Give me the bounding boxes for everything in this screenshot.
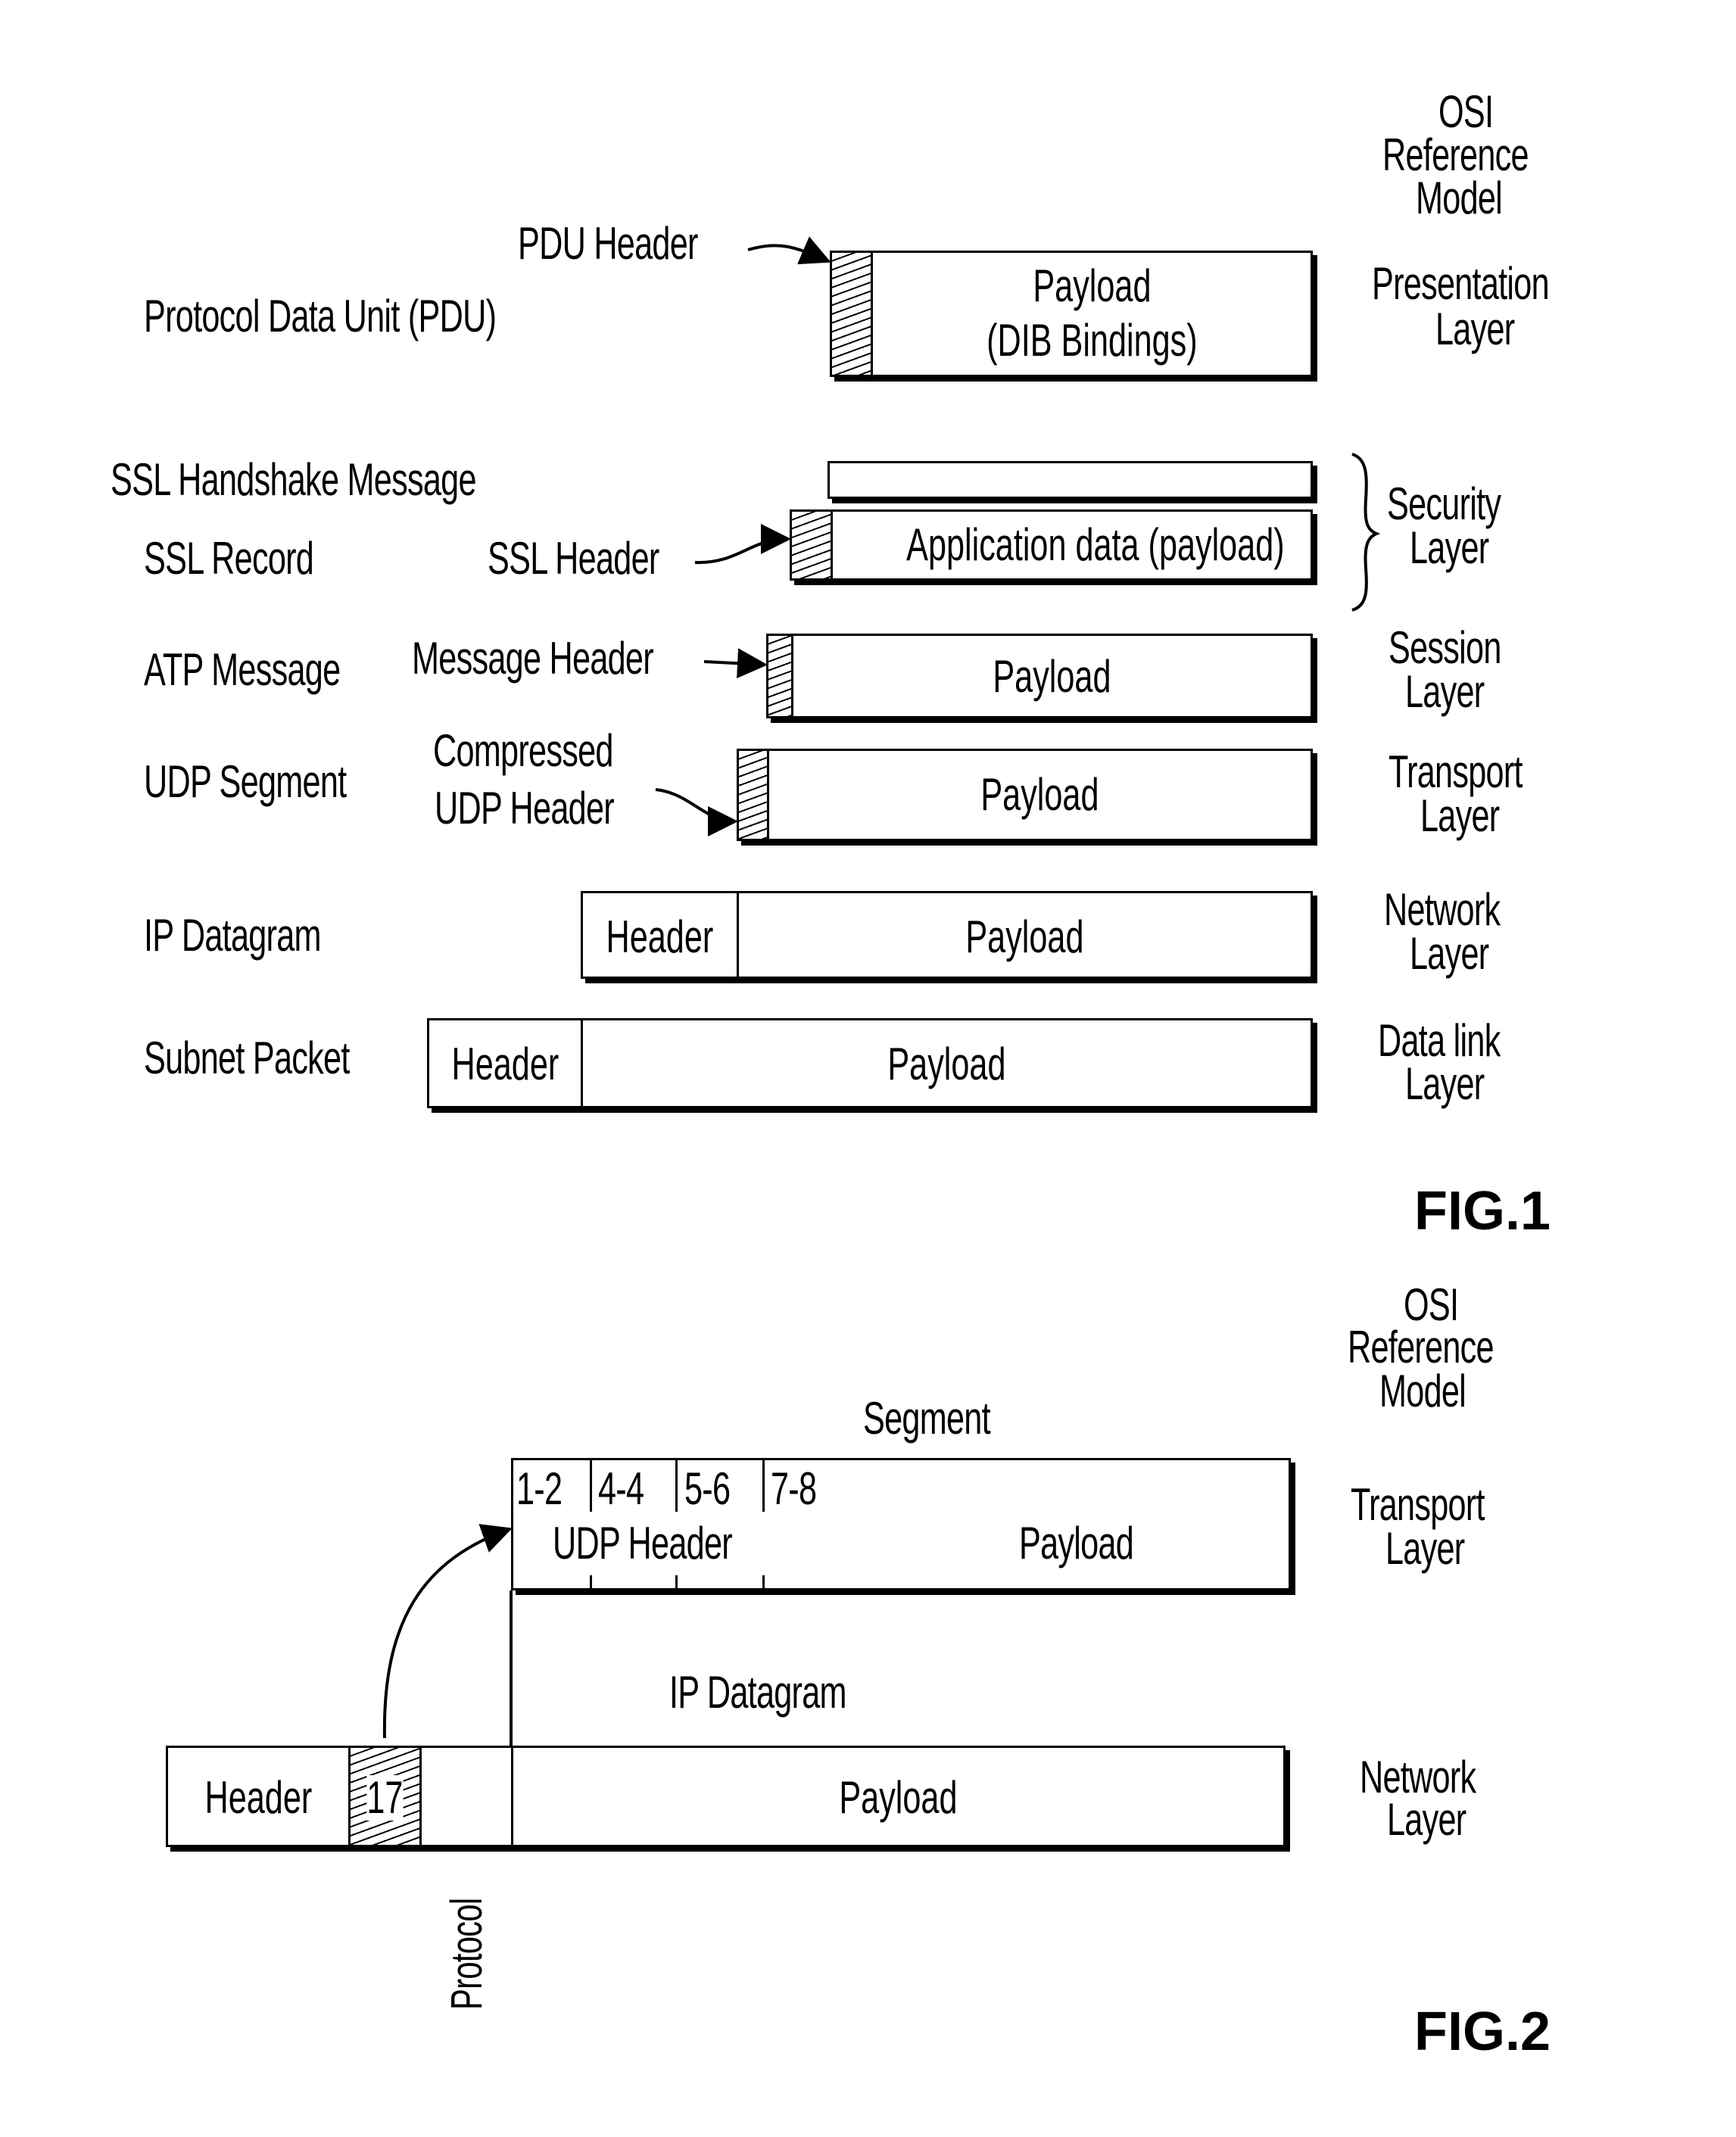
compressed-udp-header-cell xyxy=(739,751,769,839)
field-tick xyxy=(762,1575,765,1590)
transport-layer-line2: Layer xyxy=(1420,790,1500,841)
atp-payload-label: Payload xyxy=(993,651,1111,702)
protocol-field-cell: 17 xyxy=(351,1748,422,1845)
fig2-network-layer-line2: Layer xyxy=(1387,1794,1466,1845)
transport-layer-line1: Transport xyxy=(1388,746,1523,797)
message-header-cell xyxy=(768,636,793,716)
udp-box: Payload xyxy=(737,749,1313,841)
compressed-udp-callout-line1: Compressed xyxy=(433,725,613,776)
fig1-osi-line3: Model xyxy=(1416,173,1503,223)
udp-header-label: UDP Header xyxy=(553,1518,733,1568)
fig1-title: FIG.1 xyxy=(1414,1181,1551,1241)
ip-box: Header Payload xyxy=(581,891,1313,979)
subnet-header-label: Header xyxy=(451,1039,559,1089)
udp-field-4: 7-8 xyxy=(771,1463,817,1514)
fig2-osi-line1: OSI xyxy=(1404,1279,1459,1330)
pdu-header-callout: PDU Header xyxy=(518,218,698,269)
udp-field-1: 1-2 xyxy=(516,1463,563,1514)
presentation-layer-line1: Presentation xyxy=(1372,258,1550,309)
session-layer-line2: Layer xyxy=(1405,666,1485,717)
atp-row-label: ATP Message xyxy=(144,644,341,695)
ip-header-rest-cell xyxy=(422,1748,513,1845)
ssl-record-row-label: SSL Record xyxy=(144,533,314,584)
security-layer-line2: Layer xyxy=(1410,522,1489,573)
segment-box: 1-2 4-4 5-6 7-8 UDP Header Payload xyxy=(511,1458,1291,1590)
udp-payload-label: Payload xyxy=(980,769,1099,820)
fig2-transport-layer-line1: Transport xyxy=(1351,1479,1485,1530)
ssl-header-cell xyxy=(792,512,833,578)
field-divider xyxy=(675,1460,678,1512)
field-tick xyxy=(675,1575,678,1590)
pdu-payload-line1: Payload xyxy=(1032,260,1152,311)
presentation-layer-line2: Layer xyxy=(1435,304,1515,354)
message-header-arrow xyxy=(703,648,768,679)
ssl-handshake-row-label: SSL Handshake Message xyxy=(111,454,477,505)
security-layer-line1: Security xyxy=(1387,478,1501,529)
pdu-header-cell xyxy=(832,253,873,375)
field-tick xyxy=(590,1575,592,1590)
fig2-osi-line3: Model xyxy=(1379,1366,1466,1416)
subnet-payload-label: Payload xyxy=(887,1039,1006,1089)
subnet-box: Header Payload xyxy=(427,1018,1313,1108)
ssl-handshake-box xyxy=(827,461,1313,499)
udp-field-2: 4-4 xyxy=(598,1463,644,1514)
ssl-record-box: Application data (payload) xyxy=(790,509,1313,581)
ssl-header-callout: SSL Header xyxy=(488,533,659,584)
ip-datagram-label: IP Datagram xyxy=(669,1667,847,1718)
protocol-value: 17 xyxy=(366,1772,404,1823)
network-layer-line2: Layer xyxy=(1410,928,1489,979)
network-layer-line1: Network xyxy=(1384,884,1501,935)
udp-header-arrow xyxy=(655,788,738,836)
ip-header-label: Header xyxy=(606,911,714,962)
ip-row-label: IP Datagram xyxy=(144,910,322,961)
ip-datagram-payload-label: Payload xyxy=(839,1772,958,1823)
atp-box: Payload xyxy=(766,634,1313,718)
pdu-row-label: Protocol Data Unit (PDU) xyxy=(144,291,497,341)
udp-field-3: 5-6 xyxy=(684,1463,731,1514)
subnet-row-label: Subnet Packet xyxy=(144,1033,350,1083)
field-divider xyxy=(762,1460,765,1512)
fig2-transport-layer-line2: Layer xyxy=(1385,1523,1465,1574)
session-layer-line1: Session xyxy=(1388,622,1501,673)
message-header-callout: Message Header xyxy=(412,633,654,684)
ssl-payload-label: Application data (payload) xyxy=(906,519,1285,570)
ip-datagram-header-label: Header xyxy=(204,1772,312,1823)
pdu-header-arrow xyxy=(747,236,831,265)
security-layer-brace xyxy=(1351,453,1381,612)
ip-datagram-box: Header 17 Payload xyxy=(166,1746,1286,1847)
protocol-to-udp-arrow xyxy=(382,1524,513,1739)
protocol-label: Protocol xyxy=(442,1898,491,2010)
segment-payload-label: Payload xyxy=(1019,1518,1134,1568)
fig1-osi-line2: Reference xyxy=(1382,129,1529,180)
pdu-payload-line2: (DIB Bindings) xyxy=(986,315,1198,366)
fig2-network-layer-line1: Network xyxy=(1360,1752,1476,1802)
compressed-udp-callout-line2: UDP Header xyxy=(435,783,615,833)
segment-label: Segment xyxy=(863,1393,991,1444)
pdu-box: Payload (DIB Bindings) xyxy=(830,251,1313,377)
datalink-layer-line1: Data link xyxy=(1378,1015,1501,1066)
field-divider xyxy=(590,1460,592,1512)
datalink-layer-line2: Layer xyxy=(1405,1058,1485,1109)
ssl-header-arrow xyxy=(694,524,791,565)
ip-payload-label: Payload xyxy=(965,911,1084,962)
fig2-title: FIG.2 xyxy=(1414,2001,1551,2062)
udp-row-label: UDP Segment xyxy=(144,756,347,807)
fig1-osi-line1: OSI xyxy=(1438,86,1494,137)
fig2-osi-line2: Reference xyxy=(1348,1322,1494,1372)
